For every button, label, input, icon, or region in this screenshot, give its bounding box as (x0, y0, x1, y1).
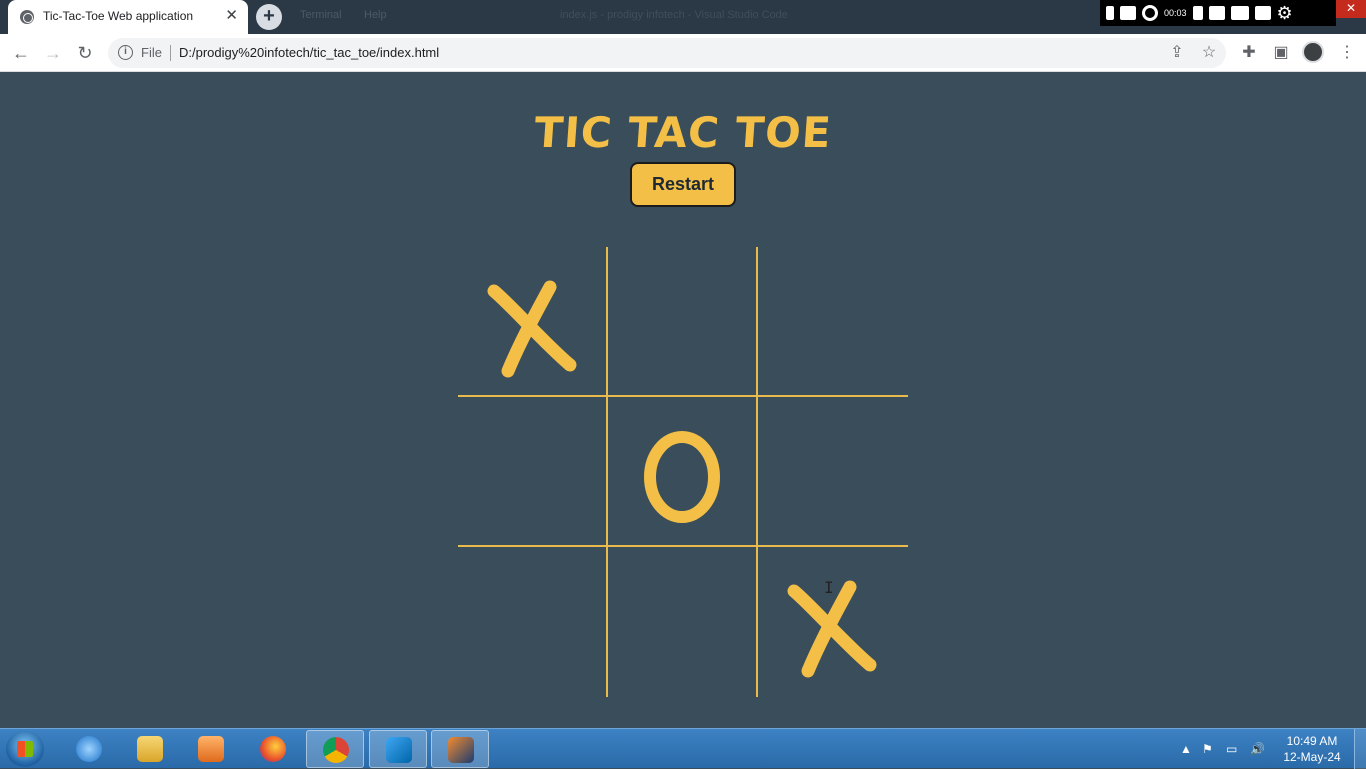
chrome-icon[interactable] (306, 730, 364, 768)
extensions-puzzle-icon[interactable]: ✚ (1238, 42, 1260, 64)
system-clock[interactable]: 10:49 AM 12-May-24 (1276, 733, 1348, 765)
window-icon[interactable] (1254, 6, 1271, 20)
screen-recorder-toolbar: 00:03 ⚙ (1100, 0, 1336, 26)
recorder-time: 00:03 (1164, 8, 1187, 18)
restart-button[interactable]: Restart (630, 162, 736, 207)
board-cell-2[interactable] (608, 247, 758, 397)
text-cursor-icon: I (824, 578, 834, 597)
file-explorer-icon[interactable] (121, 730, 179, 768)
action-center-icon[interactable]: ⚑ (1202, 742, 1213, 756)
info-icon[interactable]: i (118, 45, 133, 60)
background-window-title: index.js - prodigy infotech - Visual Stu… (560, 9, 788, 21)
tab-title: Tic-Tac-Toe Web application (43, 9, 194, 23)
window-close-button[interactable]: ✕ (1336, 0, 1366, 18)
board-cell-6[interactable] (758, 397, 908, 547)
camera-icon[interactable] (1120, 6, 1136, 20)
board-cell-8[interactable] (608, 547, 758, 697)
profile-avatar[interactable] (1302, 41, 1324, 63)
url-text[interactable]: D:/prodigy%20infotech/tic_tac_toe/index.… (179, 45, 439, 60)
game-title: TIC TAC TOE (532, 108, 834, 157)
clock-date: 12-May-24 (1283, 750, 1341, 764)
record-icon[interactable] (1142, 5, 1158, 21)
board-cell-9[interactable] (758, 547, 908, 697)
board-cell-7[interactable] (458, 547, 608, 697)
browser-toolbar: ← → ↻ i File D:/prodigy%20infotech/tic_t… (0, 34, 1366, 72)
back-arrow-icon[interactable]: ← (8, 40, 34, 66)
clock-time: 10:49 AM (1286, 734, 1338, 748)
background-menu-help: Help (364, 9, 387, 21)
windows-taskbar: ▲ ⚑ ▭ 🔊 10:49 AM 12-May-24 (0, 728, 1366, 769)
page-content: TIC TAC TOE Restart I (0, 72, 1366, 728)
x-mark (787, 580, 877, 678)
side-panel-icon[interactable]: ▣ (1270, 42, 1292, 64)
webcam-toggle-icon[interactable] (1106, 6, 1114, 20)
x-mark (487, 280, 577, 378)
board-cell-1[interactable] (458, 247, 608, 397)
omnibox-separator (170, 45, 171, 61)
network-icon[interactable]: ▭ (1226, 742, 1237, 756)
game-board (458, 247, 908, 697)
reload-icon[interactable]: ↻ (72, 40, 98, 66)
tray-expand-icon[interactable]: ▲ (1180, 742, 1192, 756)
board-cell-3[interactable] (758, 247, 908, 397)
kebab-menu-icon[interactable]: ⋮ (1336, 42, 1358, 64)
board-cell-5[interactable] (608, 397, 758, 547)
new-tab-button[interactable]: + (256, 4, 282, 30)
browser-tab-strip: Tic-Tac-Toe Web application ✕ + Terminal… (0, 0, 1366, 34)
bookmark-star-icon[interactable]: ☆ (1198, 42, 1220, 64)
app-v-icon[interactable] (431, 730, 489, 768)
volume-icon[interactable]: 🔊 (1250, 742, 1265, 756)
scheme-label: File (141, 45, 162, 60)
background-menu-terminal: Terminal (300, 9, 342, 21)
vscode-icon[interactable] (369, 730, 427, 768)
address-bar[interactable]: i File D:/prodigy%20infotech/tic_tac_toe… (108, 38, 1226, 68)
gear-icon[interactable]: ⚙ (1277, 4, 1293, 22)
browser-tab[interactable]: Tic-Tac-Toe Web application ✕ (8, 0, 248, 34)
share-icon[interactable]: ⇪ (1166, 42, 1188, 64)
media-player-icon[interactable] (182, 730, 240, 768)
screenshot-icon[interactable] (1208, 6, 1225, 20)
globe-icon (20, 10, 34, 24)
video-camera-icon[interactable] (1230, 6, 1249, 20)
microphone-icon[interactable] (1192, 6, 1203, 20)
firefox-icon[interactable] (244, 730, 302, 768)
board-cell-4[interactable] (458, 397, 608, 547)
show-desktop-button[interactable] (1354, 729, 1366, 769)
forward-arrow-icon[interactable]: → (40, 40, 66, 66)
o-mark (644, 431, 720, 523)
start-button[interactable] (6, 731, 44, 767)
internet-explorer-icon[interactable] (60, 730, 118, 768)
close-tab-icon[interactable]: ✕ (225, 7, 238, 25)
